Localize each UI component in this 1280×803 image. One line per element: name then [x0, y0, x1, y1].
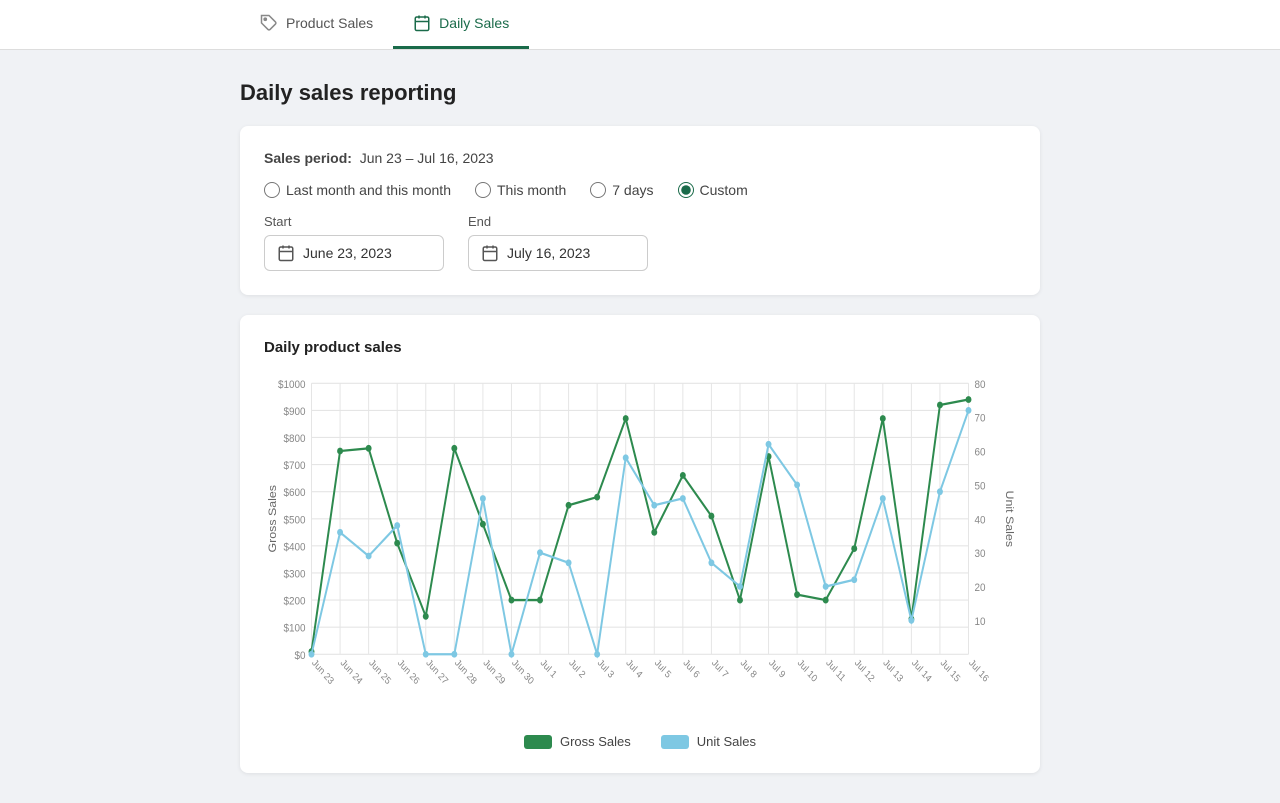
start-date-label: Start [264, 214, 444, 229]
svg-text:$300: $300 [284, 568, 306, 581]
filter-card: Sales period: Jun 23 – Jul 16, 2023 Last… [240, 126, 1040, 295]
svg-text:$900: $900 [284, 405, 306, 418]
end-date-field: End July 16, 2023 [468, 214, 648, 271]
start-date-input[interactable]: June 23, 2023 [264, 235, 444, 271]
chart-container: $1000 $900 $800 $700 $600 $500 $400 $300 $200 $10… [264, 372, 1016, 722]
svg-text:60: 60 [974, 446, 985, 459]
legend-gross: Gross Sales [524, 734, 631, 749]
start-calendar-icon [277, 244, 295, 262]
start-date-field: Start June 23, 2023 [264, 214, 444, 271]
main-content: Daily sales reporting Sales period: Jun … [0, 50, 1280, 803]
svg-text:$700: $700 [284, 460, 306, 473]
tab-product-sales-label: Product Sales [286, 15, 373, 31]
end-date-label: End [468, 214, 648, 229]
svg-text:40: 40 [974, 514, 985, 527]
svg-text:$1000: $1000 [278, 378, 306, 391]
radio-last-month-this-month-label: Last month and this month [286, 182, 451, 198]
svg-text:Unit Sales: Unit Sales [1003, 491, 1015, 548]
svg-text:50: 50 [974, 480, 985, 493]
chart-legend: Gross Sales Unit Sales [264, 734, 1016, 749]
svg-text:$400: $400 [284, 541, 306, 554]
date-inputs: Start June 23, 2023 End [264, 214, 1016, 271]
tab-product-sales[interactable]: Product Sales [240, 0, 393, 49]
end-date-value: July 16, 2023 [507, 245, 590, 261]
radio-last-month-this-month-input[interactable] [264, 182, 280, 198]
svg-text:10: 10 [974, 615, 985, 628]
sales-period: Sales period: Jun 23 – Jul 16, 2023 [264, 150, 1016, 166]
radio-custom-label: Custom [700, 182, 748, 198]
main-chart-svg: $1000 $900 $800 $700 $600 $500 $400 $300 $200 $10… [264, 372, 1016, 722]
chart-title: Daily product sales [264, 339, 1016, 356]
radio-this-month-label: This month [497, 182, 566, 198]
tab-daily-sales[interactable]: Daily Sales [393, 0, 529, 49]
svg-text:20: 20 [974, 581, 985, 594]
radio-group: Last month and this month This month 7 d… [264, 182, 1016, 198]
radio-custom-input[interactable] [678, 182, 694, 198]
tab-daily-sales-label: Daily Sales [439, 15, 509, 31]
svg-text:Gross Sales: Gross Sales [267, 485, 279, 553]
chart-card: Daily product sales $1000 $900 $800 $700 $60… [240, 315, 1040, 773]
svg-text:$500: $500 [284, 514, 306, 527]
svg-text:$0: $0 [295, 649, 306, 662]
end-calendar-icon [481, 244, 499, 262]
svg-text:$600: $600 [284, 487, 306, 500]
radio-last-month-this-month[interactable]: Last month and this month [264, 182, 451, 198]
sales-period-label: Sales period: [264, 150, 352, 166]
radio-this-month[interactable]: This month [475, 182, 566, 198]
svg-text:$800: $800 [284, 432, 306, 445]
unit-label: Unit Sales [697, 734, 756, 749]
tag-icon [260, 14, 278, 32]
radio-custom[interactable]: Custom [678, 182, 748, 198]
svg-text:$100: $100 [284, 622, 306, 635]
sales-period-value: Jun 23 – Jul 16, 2023 [360, 150, 494, 166]
radio-7-days-input[interactable] [590, 182, 606, 198]
top-nav: Product Sales Daily Sales [0, 0, 1280, 50]
legend-unit: Unit Sales [661, 734, 756, 749]
radio-this-month-input[interactable] [475, 182, 491, 198]
gross-label: Gross Sales [560, 734, 631, 749]
svg-text:70: 70 [974, 412, 985, 425]
gross-swatch [524, 735, 552, 749]
radio-7-days[interactable]: 7 days [590, 182, 653, 198]
start-date-value: June 23, 2023 [303, 245, 392, 261]
svg-text:30: 30 [974, 548, 985, 561]
svg-text:80: 80 [974, 378, 985, 391]
calendar-icon [413, 14, 431, 32]
unit-swatch [661, 735, 689, 749]
svg-text:$200: $200 [284, 595, 306, 608]
radio-7-days-label: 7 days [612, 182, 653, 198]
page-title: Daily sales reporting [240, 80, 1040, 106]
end-date-input[interactable]: July 16, 2023 [468, 235, 648, 271]
